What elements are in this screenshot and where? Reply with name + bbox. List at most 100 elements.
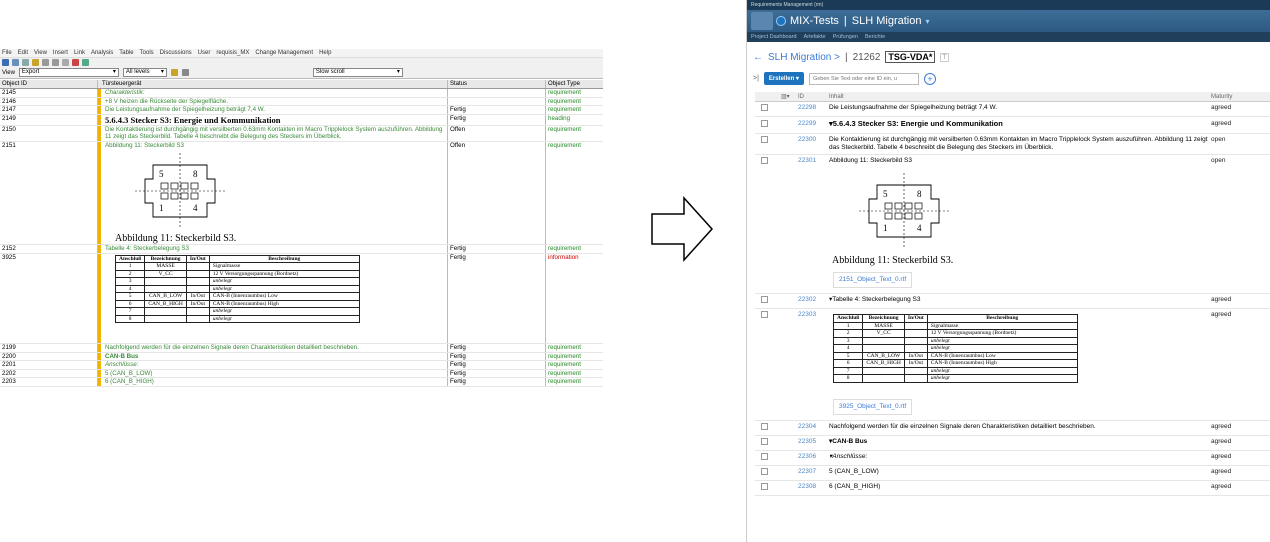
table-row[interactable]: 22302 ▾Tabelle 4: Steckerbelegung S3 agr… bbox=[755, 294, 1270, 309]
menu-item[interactable]: Table bbox=[119, 49, 133, 57]
home-icon[interactable] bbox=[751, 12, 773, 30]
artifact-id-link[interactable]: 22306 bbox=[795, 453, 827, 463]
delete-icon[interactable] bbox=[72, 59, 79, 66]
row-checkbox[interactable] bbox=[761, 437, 768, 445]
artifact-id-link[interactable]: 22299 bbox=[795, 120, 827, 130]
artifact-id-link[interactable]: 22302 bbox=[795, 296, 827, 306]
attachment-link[interactable]: 3925_Object_Text_0.rtf bbox=[833, 398, 913, 415]
nav-link[interactable]: Prüfungen bbox=[833, 32, 858, 42]
menu-item[interactable]: requisis_MX bbox=[216, 49, 249, 57]
menu-item[interactable]: Help bbox=[319, 49, 331, 57]
table-row[interactable]: 2202 5 (CAN_B_LOW) Fertig requirement bbox=[0, 369, 603, 378]
sort-icon[interactable] bbox=[170, 69, 178, 76]
row-checkbox[interactable] bbox=[761, 482, 768, 490]
row-checkbox[interactable] bbox=[761, 296, 768, 303]
attachment-link[interactable]: 2151_Object_Text_0.rtf bbox=[833, 272, 913, 288]
artifact-id-link[interactable]: 22307 bbox=[795, 468, 827, 478]
artifact-content[interactable]: ▾5.6.4.3 Stecker S3: Energie und Kommuni… bbox=[827, 120, 1209, 130]
table-row[interactable]: 22303 Anschluß Bezeichnung In/Out Beschreib… bbox=[755, 309, 1270, 421]
object-content[interactable]: CAN-B Bus bbox=[98, 352, 448, 360]
column-main[interactable]: Türsteuergerät bbox=[98, 80, 448, 88]
artifact-id-link[interactable]: 22303 bbox=[795, 311, 827, 418]
row-checkbox[interactable] bbox=[761, 467, 768, 475]
artifact-id-link[interactable]: 22304 bbox=[795, 423, 827, 433]
table-row[interactable]: 2201 Anschlüsse: Fertig requirement bbox=[0, 361, 603, 370]
table-row[interactable]: 22301 Abbildung 11: Steckerbild S3 5 8 1… bbox=[755, 155, 1270, 294]
save-icon[interactable] bbox=[2, 59, 9, 66]
nav-link[interactable]: Artefakte bbox=[804, 32, 826, 42]
print-icon[interactable] bbox=[12, 59, 19, 66]
view-select[interactable]: Export ▾ bbox=[18, 68, 119, 77]
table-row[interactable]: 2145 Charakteristik: requirement bbox=[0, 89, 603, 98]
menu-item[interactable]: View bbox=[34, 49, 47, 57]
object-content[interactable]: Anschlüsse: bbox=[98, 361, 448, 369]
create-button[interactable]: Erstellen ▾ bbox=[763, 72, 804, 85]
table-row[interactable]: 22299 ▾5.6.4.3 Stecker S3: Energie und K… bbox=[755, 117, 1270, 134]
row-checkbox[interactable] bbox=[761, 136, 768, 143]
artifact-id-link[interactable]: 22305 bbox=[795, 438, 827, 448]
artifact-id-link[interactable]: 22308 bbox=[795, 483, 827, 493]
artifact-content[interactable]: ▾Anschlüsse: bbox=[827, 453, 1209, 463]
row-checkbox[interactable] bbox=[761, 311, 768, 318]
object-content[interactable]: 5.6.4.3 Stecker S3: Energie und Kommunik… bbox=[98, 114, 448, 125]
menu-item[interactable]: Insert bbox=[53, 49, 68, 57]
menu-item[interactable]: Change Management bbox=[255, 49, 313, 57]
object-content[interactable]: Nachfolgend werden für die einzelnen Sig… bbox=[98, 344, 448, 352]
artifact-content[interactable]: Die Leistungsaufnahme der Spiegelheizung… bbox=[827, 104, 1209, 114]
row-checkbox[interactable] bbox=[761, 452, 768, 460]
underline-icon[interactable] bbox=[62, 59, 69, 66]
nav-link[interactable]: Berichte bbox=[865, 32, 885, 42]
artifact-content[interactable]: ▾CAN-B Bus bbox=[827, 438, 1209, 448]
table-row[interactable]: 2149 5.6.4.3 Stecker S3: Energie und Kom… bbox=[0, 114, 603, 126]
table-row[interactable]: 22300 Die Kontaktierung ist durchgängig … bbox=[755, 134, 1270, 155]
object-content[interactable]: Abbildung 11: Steckerbild S3 5 8 1 4 Abb… bbox=[98, 141, 448, 244]
chevron-down-icon[interactable]: ▾ bbox=[925, 17, 929, 26]
menu-item[interactable]: Analysis bbox=[91, 49, 113, 57]
object-content[interactable]: 6 (CAN_B_HIGH) bbox=[98, 378, 448, 386]
artifact-content[interactable]: Nachfolgend werden für die einzelnen Sig… bbox=[827, 423, 1209, 433]
table-row[interactable]: 22307 5 (CAN_B_LOW) agreed bbox=[755, 466, 1270, 481]
object-content[interactable]: 5 (CAN_B_LOW) bbox=[98, 369, 448, 377]
column-object-id[interactable]: Object ID bbox=[0, 80, 98, 88]
back-arrow-icon[interactable]: ← bbox=[753, 52, 763, 63]
module-title[interactable]: SLH Migration bbox=[852, 15, 922, 27]
row-checkbox[interactable] bbox=[761, 422, 768, 430]
artifact-content[interactable]: Abbildung 11: Steckerbild S3 5 8 1 4 Abb… bbox=[827, 157, 1209, 291]
link-icon[interactable] bbox=[82, 59, 89, 66]
artifact-id-link[interactable]: 22301 bbox=[795, 157, 827, 291]
column-menu-icon[interactable]: ▥▾ bbox=[755, 92, 795, 101]
table-row[interactable]: 2147 Die Leistungsaufnahme der Spiegelhe… bbox=[0, 106, 603, 115]
artifact-content[interactable]: 5 (CAN_B_LOW) bbox=[827, 468, 1209, 478]
object-content[interactable]: Tabelle 4: Steckerbelegung S3 bbox=[98, 245, 448, 253]
artifact-content[interactable]: Die Kontaktierung ist durchgängig mit ve… bbox=[827, 136, 1209, 152]
table-row[interactable]: 2200 CAN-B Bus Fertig requirement bbox=[0, 352, 603, 361]
search-input[interactable] bbox=[808, 72, 919, 85]
column-maturity[interactable]: Maturity bbox=[1209, 92, 1269, 101]
table-row[interactable]: 22306 ▾Anschlüsse: agreed bbox=[755, 451, 1270, 466]
table-row[interactable]: 22305 ▾CAN-B Bus agreed bbox=[755, 436, 1270, 451]
table-row[interactable]: 22308 6 (CAN_B_HIGH) agreed bbox=[755, 481, 1270, 496]
table-row[interactable]: 22304 Nachfolgend werden für die einzeln… bbox=[755, 421, 1270, 436]
table-row[interactable]: 2146 +8 V heizen die Rückseite der Spieg… bbox=[0, 97, 603, 106]
columns-icon[interactable] bbox=[181, 69, 189, 76]
column-object-type[interactable]: Object Type bbox=[546, 80, 603, 88]
table-row[interactable]: 2150 Die Kontaktierung ist durchgängig m… bbox=[0, 125, 603, 142]
table-row[interactable]: 3925 Anschluß Bezeichnung In/Out Beschreibu… bbox=[0, 253, 603, 344]
object-content[interactable]: +8 V heizen die Rückseite der Spiegelflä… bbox=[98, 97, 448, 105]
menu-item[interactable]: Link bbox=[74, 49, 85, 57]
object-content[interactable]: Anschluß Bezeichnung In/Out Beschreibung 1 MA… bbox=[98, 253, 448, 343]
table-row[interactable]: 2151 Abbildung 11: Steckerbild S3 5 8 1 … bbox=[0, 141, 603, 245]
artifact-id-link[interactable]: 22300 bbox=[795, 136, 827, 152]
table-row[interactable]: 22298 Die Leistungsaufnahme der Spiegelh… bbox=[755, 102, 1270, 117]
bold-icon[interactable] bbox=[42, 59, 49, 66]
nav-link[interactable]: Project Dashboard bbox=[751, 32, 797, 42]
italic-icon[interactable] bbox=[52, 59, 59, 66]
object-content[interactable]: Die Kontaktierung ist durchgängig mit ve… bbox=[98, 125, 448, 141]
artifact-content[interactable]: ▾Tabelle 4: Steckerbelegung S3 bbox=[827, 296, 1209, 306]
scroll-select[interactable]: Slow scroll ▾ bbox=[312, 68, 403, 77]
table-row[interactable]: 2199 Nachfolgend werden für die einzelne… bbox=[0, 344, 603, 353]
add-icon[interactable]: + bbox=[923, 72, 936, 85]
column-status[interactable]: Status bbox=[448, 80, 546, 88]
row-checkbox[interactable] bbox=[761, 157, 768, 164]
table-row[interactable]: 2152 Tabelle 4: Steckerbelegung S3 Ferti… bbox=[0, 245, 603, 254]
